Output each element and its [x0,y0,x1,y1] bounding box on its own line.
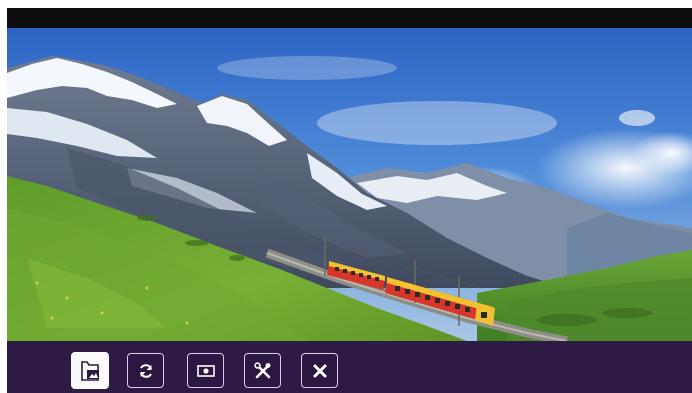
viewer-toolbar [7,341,692,393]
slideshow-button[interactable] [187,353,224,388]
rotate-button[interactable] [127,353,164,388]
open-folder-button[interactable] [71,352,109,389]
close-button[interactable] [301,353,338,388]
close-icon [311,362,329,380]
folder-image-icon [78,360,102,382]
photo-canvas [7,28,692,341]
tools-icon [253,361,273,381]
landscape-photo [7,28,692,341]
tools-button[interactable] [244,353,281,388]
image-viewer [7,8,692,393]
rotate-icon [137,362,155,380]
slideshow-icon [196,363,216,379]
